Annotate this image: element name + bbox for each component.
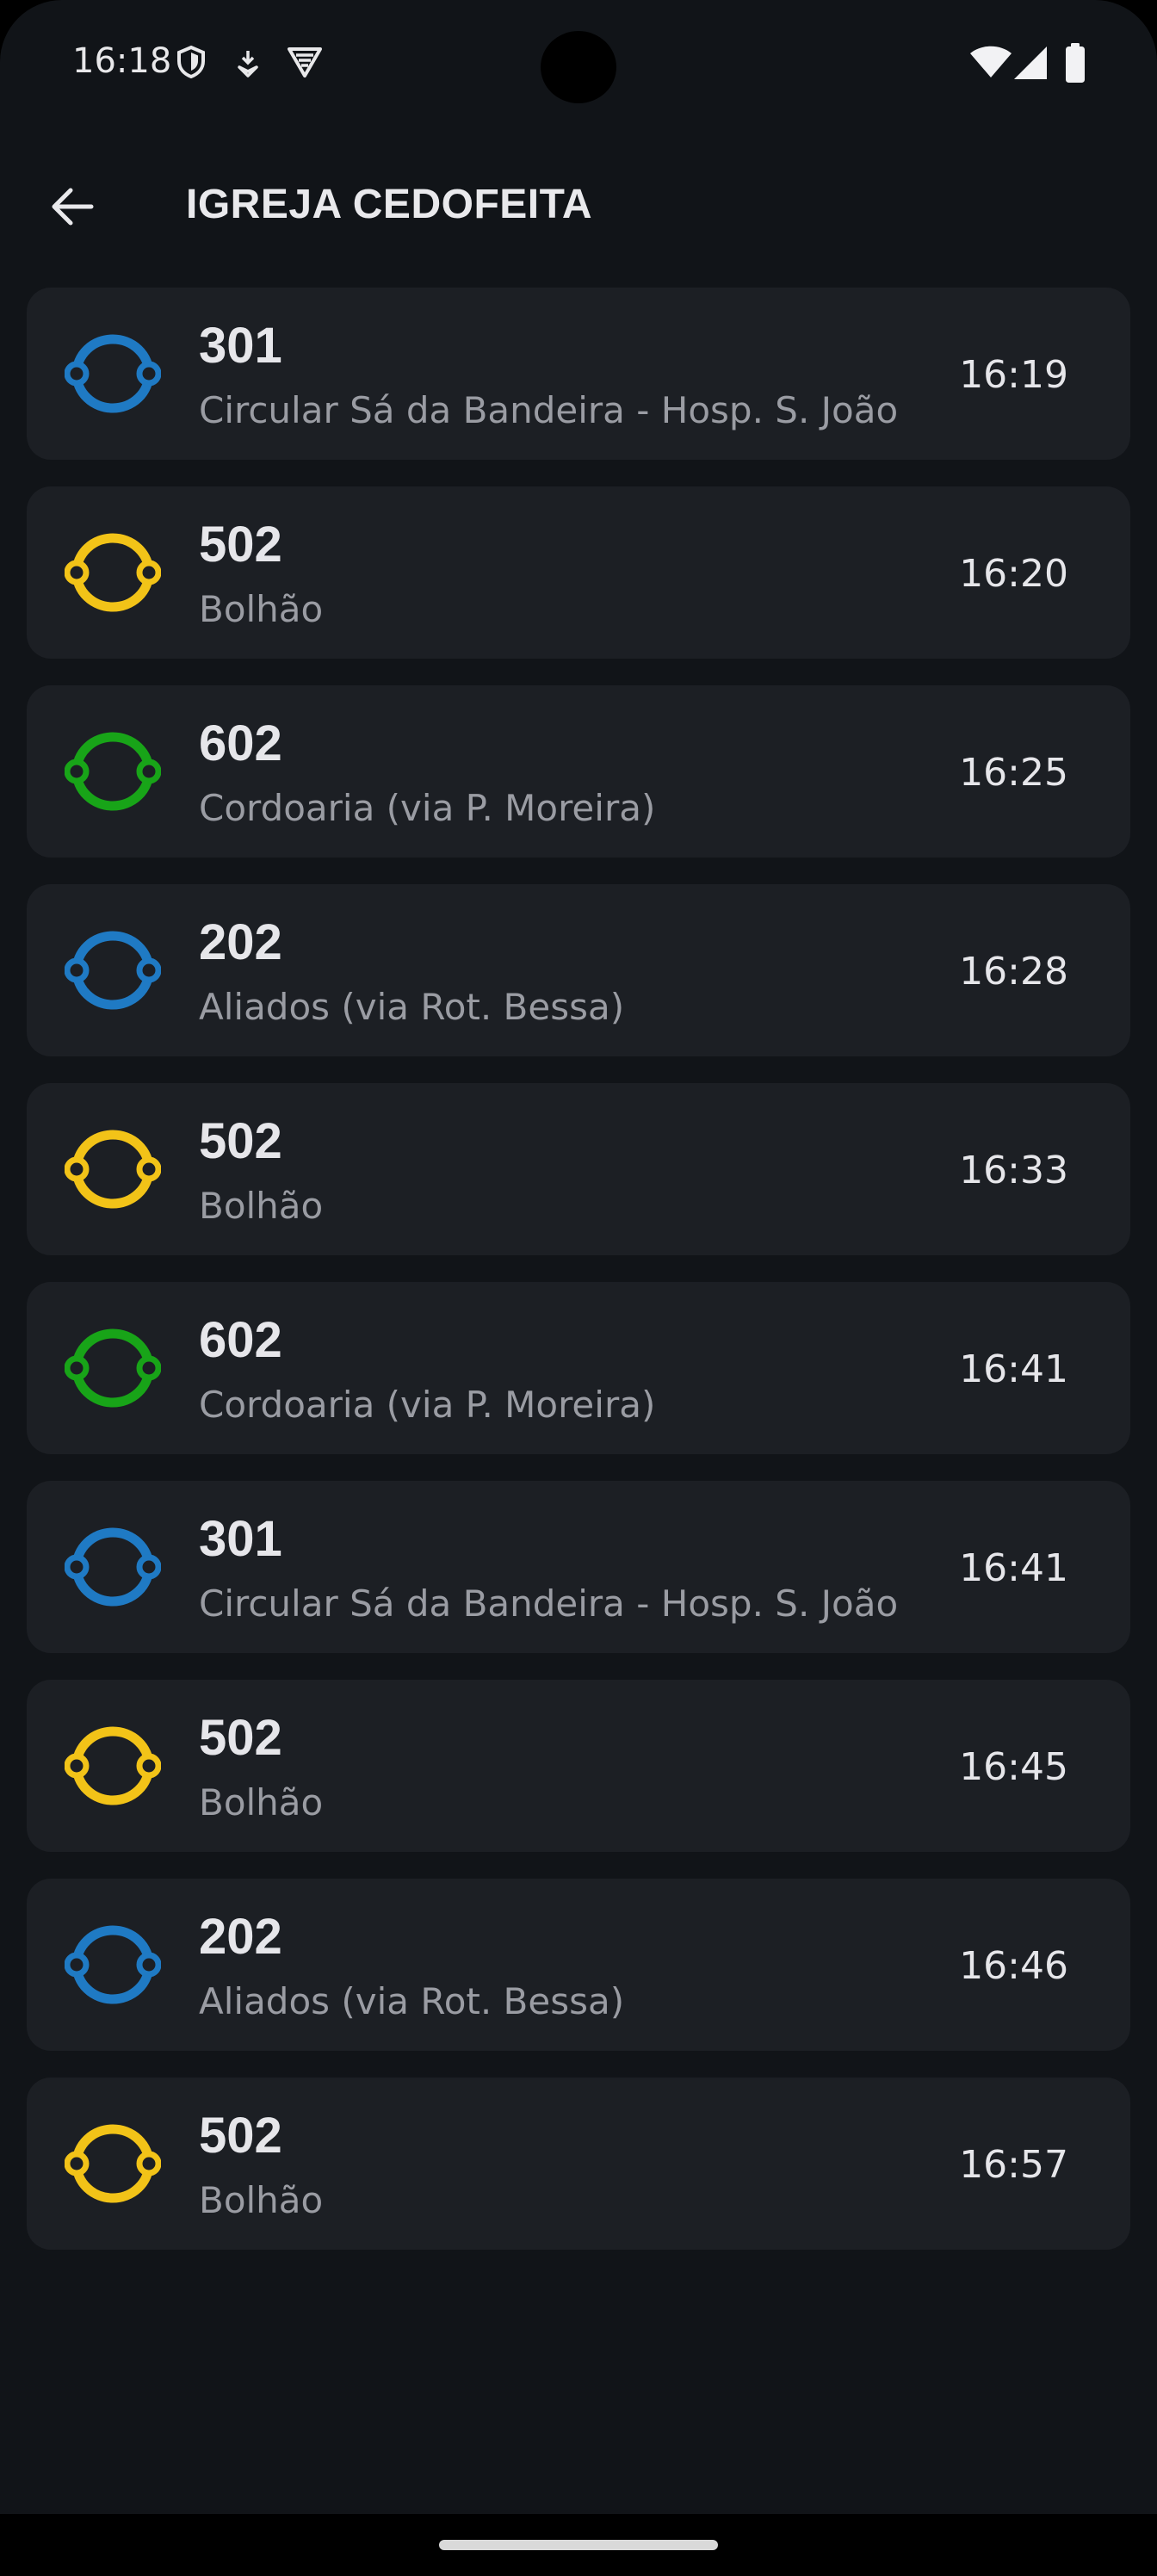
route-icon <box>64 1922 162 2008</box>
line-number: 202 <box>199 914 282 970</box>
departure-card[interactable]: 602 Cordoaria (via P. Moreira) 16:25 <box>27 685 1130 858</box>
departure-time: 16:57 <box>959 2143 1068 2187</box>
departure-card[interactable]: 202 Aliados (via Rot. Bessa) 16:46 <box>27 1879 1130 2051</box>
signal-icon <box>1014 45 1049 85</box>
destination: Bolhão <box>199 588 324 630</box>
line-number: 301 <box>199 318 282 374</box>
destination: Circular Sá da Bandeira - Hosp. S. João <box>199 1582 899 1625</box>
destination: Aliados (via Rot. Bessa) <box>199 1980 625 2022</box>
back-button[interactable] <box>40 176 105 241</box>
departure-time: 16:41 <box>959 1347 1068 1391</box>
destination: Bolhão <box>199 2179 324 2221</box>
departure-card[interactable]: 502 Bolhão 16:33 <box>27 1083 1130 1255</box>
route-icon <box>64 529 162 616</box>
line-number: 502 <box>199 2108 282 2164</box>
departure-time: 16:28 <box>959 950 1068 994</box>
destination: Bolhão <box>199 1781 324 1824</box>
destination: Cordoaria (via P. Moreira) <box>199 1384 656 1426</box>
page-title: IGREJA CEDOFEITA <box>186 182 593 227</box>
departure-card[interactable]: 202 Aliados (via Rot. Bessa) 16:28 <box>27 884 1130 1056</box>
departure-card[interactable]: 301 Circular Sá da Bandeira - Hosp. S. J… <box>27 288 1130 460</box>
status-time: 16:18 <box>72 41 172 81</box>
line-number: 301 <box>199 1511 282 1567</box>
route-icon <box>64 1325 162 1411</box>
download-icon <box>234 48 262 84</box>
vpn-icon <box>286 45 324 84</box>
destination: Bolhão <box>199 1185 324 1227</box>
departure-time: 16:19 <box>959 353 1068 397</box>
route-icon <box>64 2121 162 2207</box>
line-number: 502 <box>199 517 282 573</box>
screen: 16:18 IGREJA CEDOFEITA 301 Circular Sá d… <box>0 0 1157 2514</box>
home-indicator[interactable] <box>439 2540 718 2550</box>
route-icon <box>64 728 162 814</box>
app-bar: IGREJA CEDOFEITA <box>0 155 1157 250</box>
route-icon <box>64 1524 162 1610</box>
arrow-back-icon <box>50 186 95 232</box>
departure-time: 16:41 <box>959 1546 1068 1590</box>
route-icon <box>64 1723 162 1809</box>
route-icon <box>64 1126 162 1212</box>
departure-card[interactable]: 502 Bolhão 16:45 <box>27 1680 1130 1852</box>
front-camera <box>541 31 616 103</box>
departure-card[interactable]: 602 Cordoaria (via P. Moreira) 16:41 <box>27 1282 1130 1454</box>
battery-icon <box>1064 43 1086 87</box>
line-number: 602 <box>199 715 282 771</box>
line-number: 602 <box>199 1312 282 1368</box>
wifi-icon <box>969 45 1012 84</box>
departure-time: 16:20 <box>959 552 1068 596</box>
departure-time: 16:25 <box>959 751 1068 795</box>
route-icon <box>64 331 162 417</box>
departure-time: 16:33 <box>959 1149 1068 1192</box>
departure-card[interactable]: 502 Bolhão 16:57 <box>27 2078 1130 2250</box>
destination: Cordoaria (via P. Moreira) <box>199 787 656 829</box>
line-number: 502 <box>199 1710 282 1766</box>
status-bar: 16:18 <box>0 0 1157 129</box>
destination: Aliados (via Rot. Bessa) <box>199 986 625 1028</box>
departure-card[interactable]: 301 Circular Sá da Bandeira - Hosp. S. J… <box>27 1481 1130 1653</box>
line-number: 202 <box>199 1909 282 1965</box>
departure-time: 16:46 <box>959 1944 1068 1988</box>
destination: Circular Sá da Bandeira - Hosp. S. João <box>199 389 899 431</box>
line-number: 502 <box>199 1113 282 1169</box>
departures-list: 301 Circular Sá da Bandeira - Hosp. S. J… <box>27 288 1130 2276</box>
departure-time: 16:45 <box>959 1745 1068 1789</box>
departure-card[interactable]: 502 Bolhão 16:20 <box>27 486 1130 659</box>
route-icon <box>64 927 162 1013</box>
shield-icon <box>176 45 207 84</box>
